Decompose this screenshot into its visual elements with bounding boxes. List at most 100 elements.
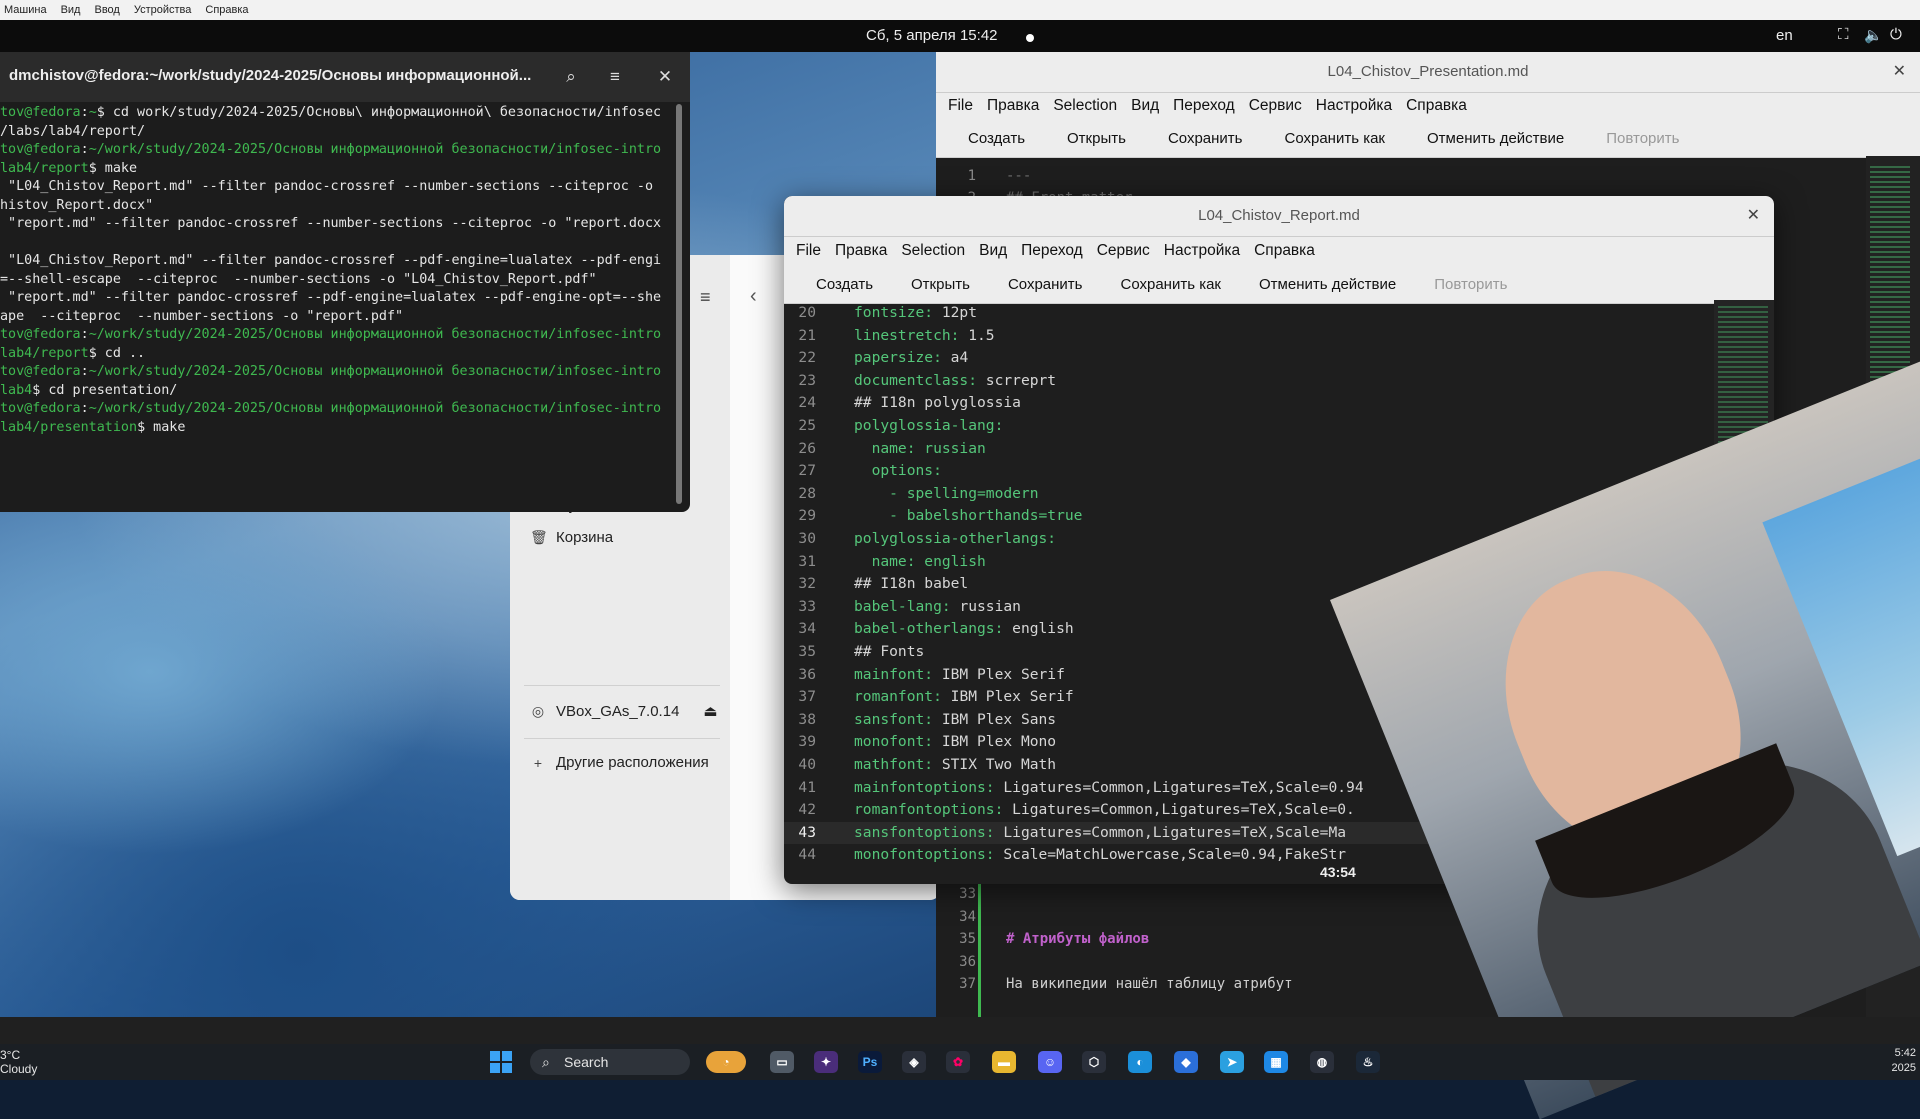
task-view-icon[interactable]: ▭ [770, 1051, 794, 1073]
undo-button[interactable]: Отменить действие [1427, 130, 1564, 147]
hamburger-menu-icon[interactable]: ≡ [600, 63, 630, 91]
menu-item[interactable]: Вид [1131, 97, 1159, 115]
close-icon[interactable]: ✕ [1893, 52, 1906, 92]
network-icon[interactable]: ⛶ [1838, 26, 1849, 43]
code-text: name: russian [854, 438, 986, 461]
menu-item[interactable]: File [948, 97, 973, 115]
line-number: 31 [798, 552, 816, 570]
vm-menu-item[interactable]: Справка [205, 4, 248, 16]
open-button[interactable]: Открыть [911, 276, 970, 293]
sidebar-item-label: Корзина [556, 529, 614, 546]
window-title: L04_Chistov_Report.md [1198, 207, 1360, 224]
save-button[interactable]: Сохранить [1168, 130, 1243, 147]
telegram-icon[interactable]: ➤ [1220, 1051, 1244, 1073]
folder-icon[interactable]: ▬ [992, 1051, 1016, 1073]
line-number: 25 [798, 417, 816, 434]
plus-icon: + [533, 754, 543, 771]
app-icon[interactable]: ◈ [902, 1051, 926, 1073]
terminal-line: "L04_Chistov_Report.md" --filter pandoc-… [0, 178, 674, 197]
widget-app-icon[interactable]: ◔ [706, 1051, 746, 1073]
code-text: monofont: IBM Plex Mono [854, 731, 1056, 754]
discord-icon[interactable]: ☺ [1038, 1051, 1062, 1073]
prompt-separator: : [80, 142, 89, 157]
terminal-output[interactable]: tov@fedora:~$ cd work/study/2024-2025/Ос… [0, 104, 674, 437]
search-icon[interactable]: ⌕ [556, 63, 586, 91]
redo-button[interactable]: Повторить [1606, 130, 1679, 147]
close-icon[interactable]: ✕ [650, 63, 680, 91]
menu-item[interactable]: Настройка [1316, 97, 1392, 115]
yaml-key: mathfont: [854, 756, 934, 773]
figma-icon[interactable]: ✿ [946, 1051, 970, 1073]
yaml-value: Ligatures=Common,Ligatures=TeX,Scale=Ma [994, 823, 1347, 841]
copilot-app-icon[interactable]: ✦ [814, 1051, 838, 1073]
menu-item[interactable]: Переход [1173, 97, 1235, 115]
keyboard-layout[interactable]: en [1776, 27, 1793, 44]
vm-menu-item[interactable]: Машина [4, 4, 47, 16]
new-button[interactable]: Создать [968, 130, 1025, 147]
new-button[interactable]: Создать [816, 276, 873, 293]
menu-item[interactable]: Настройка [1164, 242, 1240, 260]
code-text: polyglossia-otherlangs: [854, 528, 1056, 551]
prompt-path: ~ [88, 105, 97, 120]
menu-item[interactable]: Selection [1053, 97, 1117, 115]
menu-item[interactable]: Сервис [1097, 242, 1150, 260]
code-text: romanfontoptions: Ligatures=Common,Ligat… [854, 799, 1355, 822]
terminal-text: histov_Report.docx" [0, 197, 154, 213]
sidebar-item-other-locations[interactable]: + Другие расположения [530, 754, 709, 771]
hamburger-menu-icon[interactable]: ≡ [700, 287, 711, 308]
virtualbox-icon[interactable]: ◍ [1310, 1051, 1334, 1073]
terminal-titlebar: dmchistov@fedora:~/work/study/2024-2025/… [0, 52, 690, 102]
save-as-button[interactable]: Сохранить как [1284, 130, 1385, 147]
edge-icon[interactable]: ◐ [1128, 1051, 1152, 1073]
menu-item[interactable]: Правка [835, 242, 887, 260]
search-icon: ⌕ [542, 1054, 550, 1070]
open-button[interactable]: Открыть [1067, 130, 1126, 147]
menu-item[interactable]: Справка [1254, 242, 1315, 260]
back-arrow-icon[interactable]: ‹ [750, 285, 757, 308]
sidebar-item[interactable]: 🗑 Корзина [530, 529, 613, 546]
menu-item[interactable]: File [796, 242, 821, 260]
vm-menu-item[interactable]: Вид [61, 4, 81, 16]
terminal-scrollbar[interactable] [676, 104, 682, 504]
photoshop-icon[interactable]: Ps [858, 1051, 882, 1073]
app-icon[interactable]: ◆ [1174, 1051, 1198, 1073]
terminal-line: "L04_Chistov_Report.md" --filter pandoc-… [0, 252, 674, 271]
system-tray[interactable]: 5:42 2025 [1892, 1046, 1916, 1076]
power-icon[interactable]: ⏻ [1890, 26, 1902, 43]
steam-icon[interactable]: ♨ [1356, 1051, 1380, 1073]
redo-button[interactable]: Повторить [1434, 276, 1507, 293]
undo-button[interactable]: Отменить действие [1259, 276, 1396, 293]
menu-item[interactable]: Сервис [1249, 97, 1302, 115]
menu-item[interactable]: Правка [987, 97, 1039, 115]
box-app-icon[interactable]: ⬡ [1082, 1051, 1106, 1073]
volume-icon[interactable]: 🔈 [1864, 26, 1883, 44]
yaml-key: documentclass: [854, 371, 978, 389]
terminal-line: lab4$ cd presentation/ [0, 382, 674, 401]
menu-item[interactable]: Переход [1021, 242, 1083, 260]
start-button[interactable] [490, 1051, 512, 1073]
menu-item[interactable]: Вид [979, 242, 1007, 260]
save-as-button[interactable]: Сохранить как [1120, 276, 1221, 293]
yaml-value: - babelshorthands=true [854, 507, 1083, 525]
code-line: 26 name: russian [784, 438, 1714, 461]
save-button[interactable]: Сохранить [1008, 276, 1083, 293]
menu-item[interactable]: Selection [901, 242, 965, 260]
vm-menu-item[interactable]: Ввод [94, 4, 119, 16]
clock[interactable]: Сб, 5 апреля 15:42 [866, 27, 998, 44]
prompt-separator: : [80, 364, 89, 379]
vm-menu-item[interactable]: Устройства [134, 4, 192, 16]
code-text: name: english [854, 551, 986, 574]
taskbar-search[interactable]: ⌕ Search [530, 1049, 690, 1075]
weather-widget[interactable]: 3°C Cloudy [0, 1048, 37, 1076]
terminal-line: lab4/presentation$ make [0, 419, 674, 438]
eject-icon[interactable]: ⏏ [703, 702, 717, 720]
calculator-icon[interactable]: ▦ [1264, 1051, 1288, 1073]
code-text: mainfont: IBM Plex Serif [854, 664, 1065, 687]
line-number: 33 [959, 886, 976, 902]
code-line: 24 ## I18n polyglossia [784, 392, 1714, 415]
close-icon[interactable]: ✕ [1747, 196, 1760, 236]
code-line: 23 documentclass: scrreprt [784, 370, 1714, 393]
menu-item[interactable]: Справка [1406, 97, 1467, 115]
prompt-user: tov@fedora [0, 105, 81, 120]
sidebar-item-drive[interactable]: ◎ VBox_GAs_7.0.14 ⏏ [530, 702, 718, 721]
